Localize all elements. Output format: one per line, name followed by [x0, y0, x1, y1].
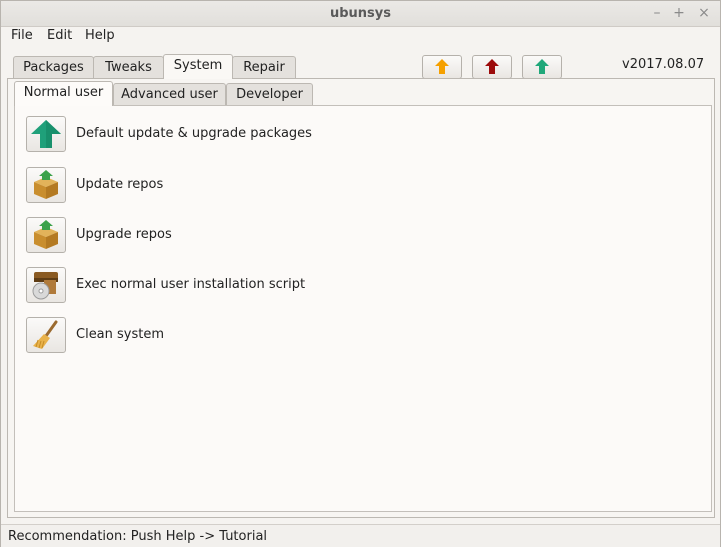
upgrade-repos-button[interactable]: [26, 217, 66, 253]
menu-help[interactable]: Help: [85, 28, 115, 43]
action-label: Upgrade repos: [76, 227, 172, 242]
action-label: Update repos: [76, 177, 164, 192]
orange-up-arrow-icon: [435, 59, 449, 74]
broom-icon: [33, 320, 58, 349]
green-up-arrow-icon: [535, 59, 549, 74]
green-arrow-button[interactable]: [522, 55, 562, 79]
menu-bar: File Edit Help: [1, 26, 720, 46]
tab-system[interactable]: System: [163, 54, 233, 79]
update-repos-button[interactable]: [26, 167, 66, 203]
clean-system-button[interactable]: [26, 317, 66, 353]
exec-install-script-button[interactable]: [26, 267, 66, 303]
menu-file[interactable]: File: [11, 28, 33, 43]
subtab-advanced-user[interactable]: Advanced user: [113, 83, 226, 106]
red-arrow-button[interactable]: [472, 55, 512, 79]
tab-packages[interactable]: Packages: [13, 56, 94, 79]
maximize-button[interactable]: +: [669, 4, 689, 22]
package-download-icon: [34, 220, 58, 249]
action-label: Clean system: [76, 327, 165, 342]
status-bar: Recommendation: Push Help -> Tutorial: [1, 524, 720, 547]
green-up-arrow-icon: [31, 120, 61, 148]
app-window: ubunsys – + × File Edit Help Packages Tw…: [0, 0, 721, 547]
subtab-normal-user[interactable]: Normal user: [14, 81, 113, 106]
title-bar[interactable]: ubunsys – + ×: [1, 1, 720, 27]
orange-arrow-button[interactable]: [422, 55, 462, 79]
tab-repair[interactable]: Repair: [232, 56, 296, 79]
package-download-icon: [34, 170, 58, 199]
tab-tweaks[interactable]: Tweaks: [93, 56, 164, 79]
action-label: Default update & upgrade packages: [76, 126, 312, 141]
normal-user-panel: [14, 105, 712, 512]
close-button[interactable]: ×: [694, 4, 714, 22]
version-label: v2017.08.07: [622, 57, 705, 72]
default-update-button[interactable]: [26, 116, 66, 152]
status-text: Recommendation: Push Help -> Tutorial: [8, 529, 268, 544]
subtab-developer[interactable]: Developer: [226, 83, 313, 106]
action-label: Exec normal user installation script: [76, 277, 306, 292]
red-up-arrow-icon: [485, 59, 499, 74]
minimize-button[interactable]: –: [647, 4, 667, 22]
menu-edit[interactable]: Edit: [47, 28, 72, 43]
window-title: ubunsys: [329, 6, 392, 21]
installer-disc-icon: [32, 272, 58, 300]
